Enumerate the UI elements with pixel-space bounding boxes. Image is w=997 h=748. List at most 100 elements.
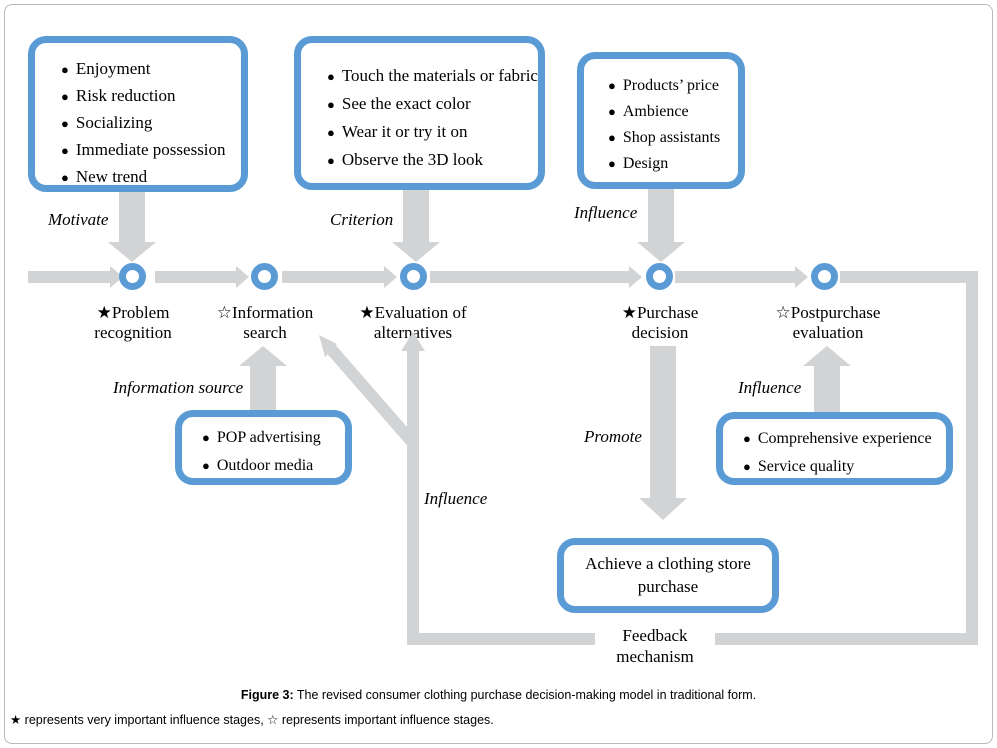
criterion-arrow-shaft (403, 190, 429, 242)
outcome-box: Achieve a clothing store purchase (557, 538, 779, 613)
feedback-line1: Feedback (622, 626, 688, 645)
stage-line1: Problem (111, 303, 170, 322)
bullet-icon: ● (608, 156, 616, 171)
figure-caption-label: Figure 3: (240, 688, 294, 702)
figure-caption-text: The revised consumer clothing purchase d… (293, 688, 757, 702)
list-item-label: Observe the 3D look (341, 150, 484, 169)
list-item-label: Wear it or try it on (341, 122, 468, 141)
node-problem-recognition[interactable] (119, 263, 146, 290)
feedback-line2: mechanism (616, 647, 694, 667)
timeline-segment-6 (840, 271, 978, 283)
stage-line1: Purchase (636, 303, 699, 322)
influence-postpurchase-arrow-head (803, 346, 851, 366)
list-item-label: Immediate possession (75, 140, 226, 159)
bullet-icon: ● (61, 116, 69, 131)
star-icon: ☆ (216, 303, 233, 322)
promote-arrow-shaft (650, 346, 676, 498)
bullet-icon: ● (743, 459, 751, 474)
figure-container: ● Enjoyment ● Risk reduction ● Socializi… (0, 0, 997, 748)
list-item-label: New trend (75, 167, 148, 186)
feedback-right-vertical (966, 271, 978, 645)
timeline-segment-1 (28, 271, 110, 283)
list-item: ● See the exact color (327, 90, 538, 118)
timeline-arrowhead-2 (236, 266, 249, 288)
star-icon: ★ (96, 303, 112, 322)
stage-line1: Postpurchase (790, 303, 881, 322)
list-item: ● Comprehensive experience (743, 425, 946, 453)
stage-line2: recognition (94, 323, 172, 343)
list-item-label: POP advertising (216, 429, 321, 446)
list-item-label: Touch the materials or fabric (341, 66, 538, 85)
list-item: ● Observe the 3D look (327, 146, 538, 174)
criterion-box: ● Touch the materials or fabric ● See th… (294, 36, 545, 190)
stage-line1: Information (232, 303, 314, 322)
feedback-influence-label: Influence (424, 489, 488, 508)
influence-purchase-arrow-shaft (648, 189, 674, 242)
stage-line2: evaluation (792, 323, 864, 343)
star-icon: ☆ (775, 303, 791, 322)
list-item: ● Service quality (743, 453, 946, 481)
node-purchase-decision[interactable] (646, 263, 673, 290)
star-icon: ★ (621, 303, 637, 322)
influence-postpurchase-box: ● Comprehensive experience ● Service qua… (716, 412, 953, 485)
criterion-list: ● Touch the materials or fabric ● See th… (327, 62, 538, 174)
influence-postpurchase-list: ● Comprehensive experience ● Service qua… (743, 425, 946, 481)
list-item-label: Comprehensive experience (757, 430, 932, 447)
figure-caption: Figure 3: The revised consumer clothing … (0, 688, 997, 702)
node-information-search[interactable] (251, 263, 278, 290)
outcome-line1: Achieve a clothing store (585, 553, 751, 573)
timeline-segment-4 (430, 271, 629, 283)
influence-postpurchase-arrow-shaft (814, 366, 840, 412)
bullet-icon: ● (61, 62, 69, 77)
motivate-list: ● Enjoyment ● Risk reduction ● Socializi… (61, 55, 241, 190)
outcome-line2: purchase (637, 576, 699, 596)
information-source-arrow-head (239, 346, 287, 366)
list-item-label: Design (622, 155, 669, 172)
motivate-arrow-shaft (119, 192, 145, 242)
list-item: ● Ambience (608, 99, 738, 125)
timeline-segment-5 (675, 271, 795, 283)
stage-label-purchase-decision: ★Purchase decision (590, 303, 730, 344)
list-item: ● New trend (61, 163, 241, 190)
list-item: ● Shop assistants (608, 125, 738, 151)
bullet-icon: ● (608, 104, 616, 119)
influence-purchase-label: Influence (574, 203, 638, 222)
stage-line2: search (243, 323, 287, 343)
list-item-label: Ambience (622, 103, 689, 120)
list-item: ● Socializing (61, 109, 241, 136)
bullet-icon: ● (202, 430, 210, 445)
list-item: ● Outdoor media (202, 452, 345, 480)
node-evaluation-alternatives[interactable] (400, 263, 427, 290)
list-item: ● Enjoyment (61, 55, 241, 82)
list-item: ● Touch the materials or fabric (327, 62, 538, 90)
bullet-icon: ● (608, 130, 616, 145)
bullet-icon: ● (61, 89, 69, 104)
list-item: ● Risk reduction (61, 82, 241, 109)
list-item: ● Wear it or try it on (327, 118, 538, 146)
bullet-icon: ● (202, 458, 210, 473)
star-icon: ★ (359, 303, 375, 322)
influence-postpurchase-label: Influence (738, 378, 802, 397)
feedback-mechanism-label: Feedback mechanism (595, 625, 715, 668)
influence-purchase-box: ● Products’ price ● Ambience ● Shop assi… (577, 52, 745, 189)
list-item: ● Immediate possession (61, 136, 241, 163)
stage-label-postpurchase-evaluation: ☆Postpurchase evaluation (753, 303, 903, 344)
timeline-arrowhead-3 (384, 266, 397, 288)
list-item: ● Products’ price (608, 73, 738, 99)
list-item-label: Enjoyment (75, 59, 151, 78)
list-item-label: Socializing (75, 113, 153, 132)
timeline-segment-3 (282, 271, 384, 283)
criterion-label: Criterion (330, 210, 394, 229)
outcome-text: Achieve a clothing store purchase (564, 545, 772, 606)
list-item-label: Products’ price (622, 77, 719, 94)
stage-line1: Evaluation of (374, 303, 467, 322)
bullet-icon: ● (327, 153, 335, 168)
node-postpurchase-evaluation[interactable] (811, 263, 838, 290)
timeline-arrowhead-5 (795, 266, 808, 288)
promote-arrow-head (639, 498, 687, 520)
information-source-arrow-shaft (250, 366, 276, 410)
list-item: ● Design (608, 151, 738, 177)
list-item-label: See the exact color (341, 94, 471, 113)
bullet-icon: ● (327, 97, 335, 112)
timeline-arrowhead-4 (629, 266, 642, 288)
